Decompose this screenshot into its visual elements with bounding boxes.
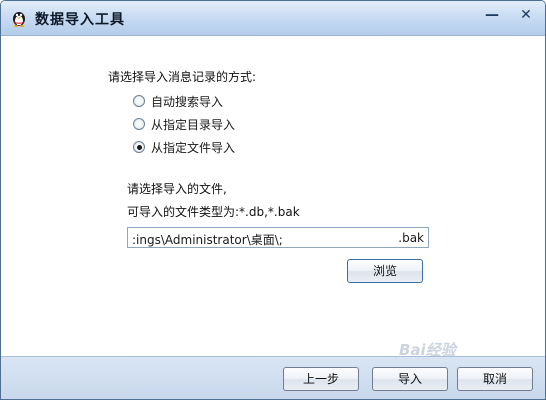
- radio-from-directory[interactable]: 从指定目录导入: [133, 115, 235, 133]
- import-tool-window: 数据导入工具 — ✕ 请选择导入消息记录的方式: 自动搜索导入 从指定目录导入 …: [0, 0, 546, 400]
- watermark: Bai经验: [399, 341, 456, 359]
- minimize-button[interactable]: —: [480, 5, 504, 27]
- method-prompt: 请选择导入消息记录的方式:: [108, 70, 257, 84]
- button-bar: 上一步 导入 取消: [1, 356, 545, 399]
- browse-button[interactable]: 浏览: [347, 259, 423, 283]
- radio-button-checked[interactable]: [133, 141, 145, 153]
- qq-penguin-icon: [13, 12, 25, 27]
- content-area: 请选择导入消息记录的方式: 自动搜索导入 从指定目录导入 从指定文件导入 请选择…: [1, 36, 545, 356]
- radio-from-file[interactable]: 从指定文件导入: [133, 138, 235, 156]
- close-button[interactable]: ✕: [514, 5, 538, 27]
- window-title: 数据导入工具: [35, 12, 125, 28]
- radio-label[interactable]: 从指定目录导入: [151, 116, 235, 133]
- file-path-extension: .bak: [398, 231, 424, 245]
- radio-auto-search[interactable]: 自动搜索导入: [133, 92, 223, 110]
- radio-button[interactable]: [133, 95, 145, 107]
- file-prompt: 请选择导入的文件,: [127, 182, 227, 196]
- radio-button[interactable]: [133, 118, 145, 130]
- file-path-input[interactable]: :ings\Administrator\桌面\; .bak: [127, 227, 429, 248]
- cancel-button[interactable]: 取消: [457, 367, 533, 391]
- title-bar[interactable]: 数据导入工具 — ✕: [1, 1, 545, 36]
- import-button[interactable]: 导入: [372, 367, 448, 391]
- file-path-value: :ings\Administrator\桌面\;: [132, 233, 283, 247]
- previous-step-button[interactable]: 上一步: [283, 367, 359, 391]
- radio-label[interactable]: 自动搜索导入: [151, 93, 223, 110]
- radio-label[interactable]: 从指定文件导入: [151, 139, 235, 156]
- file-types-hint: 可导入的文件类型为:*.db,*.bak: [127, 205, 300, 219]
